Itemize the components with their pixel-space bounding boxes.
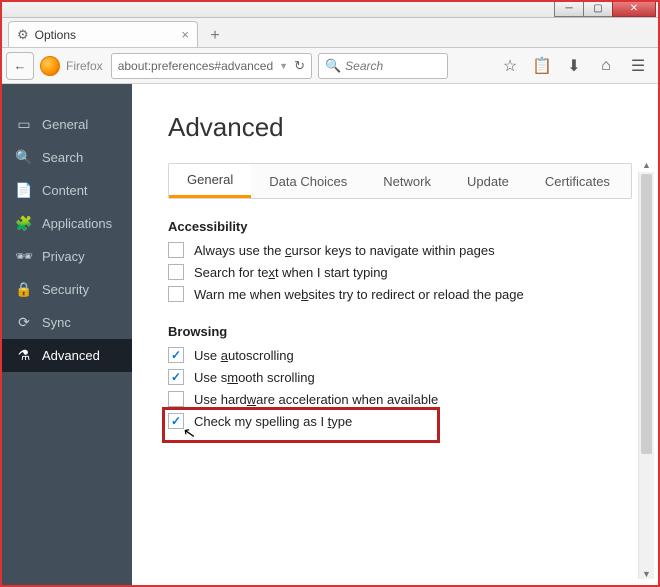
close-tab-icon[interactable]: × (181, 27, 189, 42)
advanced-icon: ⚗ (16, 347, 32, 364)
browser-tab-options[interactable]: ⚙ Options × (8, 21, 198, 47)
preferences-sidebar: ▭General 🔍Search 📄Content 🧩Applications … (2, 84, 132, 585)
sidebar-item-applications[interactable]: 🧩 Applications (2, 207, 132, 240)
accessibility-option: Always use the cursor keys to navigate w… (168, 242, 632, 258)
sidebar-item-label: Security (42, 282, 89, 297)
advanced-tabs: General Data Choices Network Update Cert… (168, 163, 632, 199)
url-text: about:preferences#advanced (118, 59, 273, 73)
tab-certificates[interactable]: Certificates (527, 164, 628, 198)
checkbox[interactable] (168, 242, 184, 258)
sidebar-item-general[interactable]: ▭ General (2, 108, 132, 141)
sidebar-item-label: Privacy (42, 249, 85, 264)
checkbox[interactable] (168, 369, 184, 385)
scrollbar[interactable]: ▲ ▼ (638, 172, 654, 579)
sidebar-item-label: Content (42, 183, 88, 198)
sidebar-item-advanced[interactable]: ⚗ Advanced (2, 339, 132, 372)
scroll-down-icon[interactable]: ▼ (639, 567, 654, 581)
sidebar-item-sync[interactable]: ⟳ Sync (2, 306, 132, 339)
browsing-heading: Browsing (168, 324, 632, 339)
privacy-icon: 🕶 (16, 248, 32, 265)
applications-icon: 🧩 (16, 215, 32, 232)
tab-data-choices[interactable]: Data Choices (251, 164, 365, 198)
browsing-option: Check my spelling as I type (168, 413, 632, 429)
sidebar-item-search[interactable]: 🔍 Search (2, 141, 132, 174)
general-icon: ▭ (16, 116, 32, 133)
option-label: Use autoscrolling (194, 348, 294, 363)
reload-icon[interactable]: ↻ (294, 58, 305, 74)
maximize-button[interactable]: ▢ (583, 0, 613, 17)
search-bar[interactable]: 🔍 (318, 53, 448, 79)
url-bar[interactable]: about:preferences#advanced ▼ ↻ (111, 53, 312, 79)
option-label: Warn me when websites try to redirect or… (194, 287, 524, 302)
option-label: Search for text when I start typing (194, 265, 388, 280)
browser-toolbar: ← Firefox about:preferences#advanced ▼ ↻… (0, 48, 660, 84)
preferences-main: Advanced General Data Choices Network Up… (132, 84, 658, 585)
clipboard-icon[interactable]: 📋 (532, 56, 552, 76)
sidebar-item-privacy[interactable]: 🕶 Privacy (2, 240, 132, 273)
gear-icon: ⚙ (17, 27, 29, 43)
close-window-button[interactable]: ✕ (612, 0, 656, 17)
sidebar-item-label: Search (42, 150, 83, 165)
tab-general[interactable]: General (169, 164, 251, 198)
sidebar-item-label: Advanced (42, 348, 100, 363)
checkbox[interactable] (168, 391, 184, 407)
page-title: Advanced (168, 112, 632, 143)
browsing-option: Use hardware acceleration when available (168, 391, 632, 407)
scroll-thumb[interactable] (641, 174, 652, 454)
search-sidebar-icon: 🔍 (16, 149, 32, 166)
accessibility-option: Search for text when I start typing (168, 264, 632, 280)
new-tab-button[interactable]: + (204, 25, 226, 47)
back-button[interactable]: ← (6, 52, 34, 80)
option-label: Check my spelling as I type (194, 414, 352, 429)
security-icon: 🔒 (16, 281, 32, 298)
menu-icon[interactable]: ☰ (628, 56, 648, 76)
option-label: Use smooth scrolling (194, 370, 315, 385)
tab-title: Options (35, 28, 176, 42)
checkbox[interactable] (168, 286, 184, 302)
minimize-button[interactable]: ─ (554, 0, 584, 17)
downloads-icon[interactable]: ⬇ (564, 56, 584, 76)
home-icon[interactable]: ⌂ (596, 56, 616, 76)
urlbar-dropdown-icon[interactable]: ▼ (279, 61, 288, 71)
sidebar-item-security[interactable]: 🔒 Security (2, 273, 132, 306)
browser-tabstrip: ⚙ Options × + (0, 18, 660, 48)
browsing-option: Use smooth scrolling (168, 369, 632, 385)
sidebar-item-label: General (42, 117, 88, 132)
window-titlebar: ─ ▢ ✕ (0, 0, 660, 18)
tab-update[interactable]: Update (449, 164, 527, 198)
checkbox[interactable] (168, 264, 184, 280)
sidebar-item-label: Sync (42, 315, 71, 330)
search-icon: 🔍 (325, 58, 341, 74)
browsing-option: Use autoscrolling (168, 347, 632, 363)
accessibility-option: Warn me when websites try to redirect or… (168, 286, 632, 302)
search-input[interactable] (345, 59, 441, 73)
checkbox[interactable] (168, 347, 184, 363)
firefox-label: Firefox (66, 59, 103, 73)
accessibility-heading: Accessibility (168, 219, 632, 234)
scroll-up-icon[interactable]: ▲ (639, 158, 654, 172)
tab-network[interactable]: Network (365, 164, 449, 198)
option-label: Always use the cursor keys to navigate w… (194, 243, 495, 258)
content-icon: 📄 (16, 182, 32, 199)
firefox-icon (40, 56, 60, 76)
option-label: Use hardware acceleration when available (194, 392, 438, 407)
sync-icon: ⟳ (16, 314, 32, 331)
sidebar-item-label: Applications (42, 216, 112, 231)
sidebar-item-content[interactable]: 📄 Content (2, 174, 132, 207)
bookmark-star-icon[interactable]: ☆ (500, 56, 520, 76)
checkbox[interactable] (168, 413, 184, 429)
